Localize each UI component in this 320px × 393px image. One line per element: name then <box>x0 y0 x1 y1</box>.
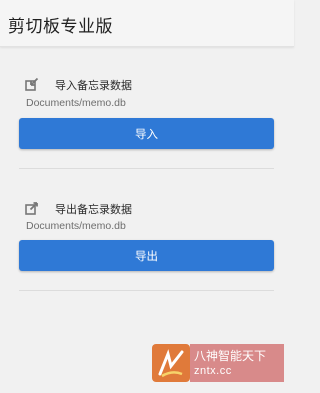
watermark-name: 八神智能天下 <box>194 348 267 363</box>
export-button[interactable]: 导出 <box>19 240 274 271</box>
watermark-url: zntx.cc <box>194 364 232 377</box>
section-divider <box>19 168 274 169</box>
export-icon <box>25 200 39 215</box>
site-watermark: 八神智能天下 zntx.cc <box>152 341 284 384</box>
app-bar: 剪切板专业版 <box>0 0 294 47</box>
import-button[interactable]: 导入 <box>19 118 274 149</box>
watermark-text: 八神智能天下 zntx.cc <box>190 343 284 382</box>
import-path: Documents/memo.db <box>26 97 126 109</box>
export-title: 导出备忘录数据 <box>55 203 132 216</box>
import-icon <box>25 76 39 91</box>
watermark-logo-icon <box>152 343 190 382</box>
import-title: 导入备忘录数据 <box>55 79 132 92</box>
section-divider <box>19 290 274 291</box>
app-title: 剪切板专业版 <box>8 17 113 37</box>
export-path: Documents/memo.db <box>26 220 126 232</box>
